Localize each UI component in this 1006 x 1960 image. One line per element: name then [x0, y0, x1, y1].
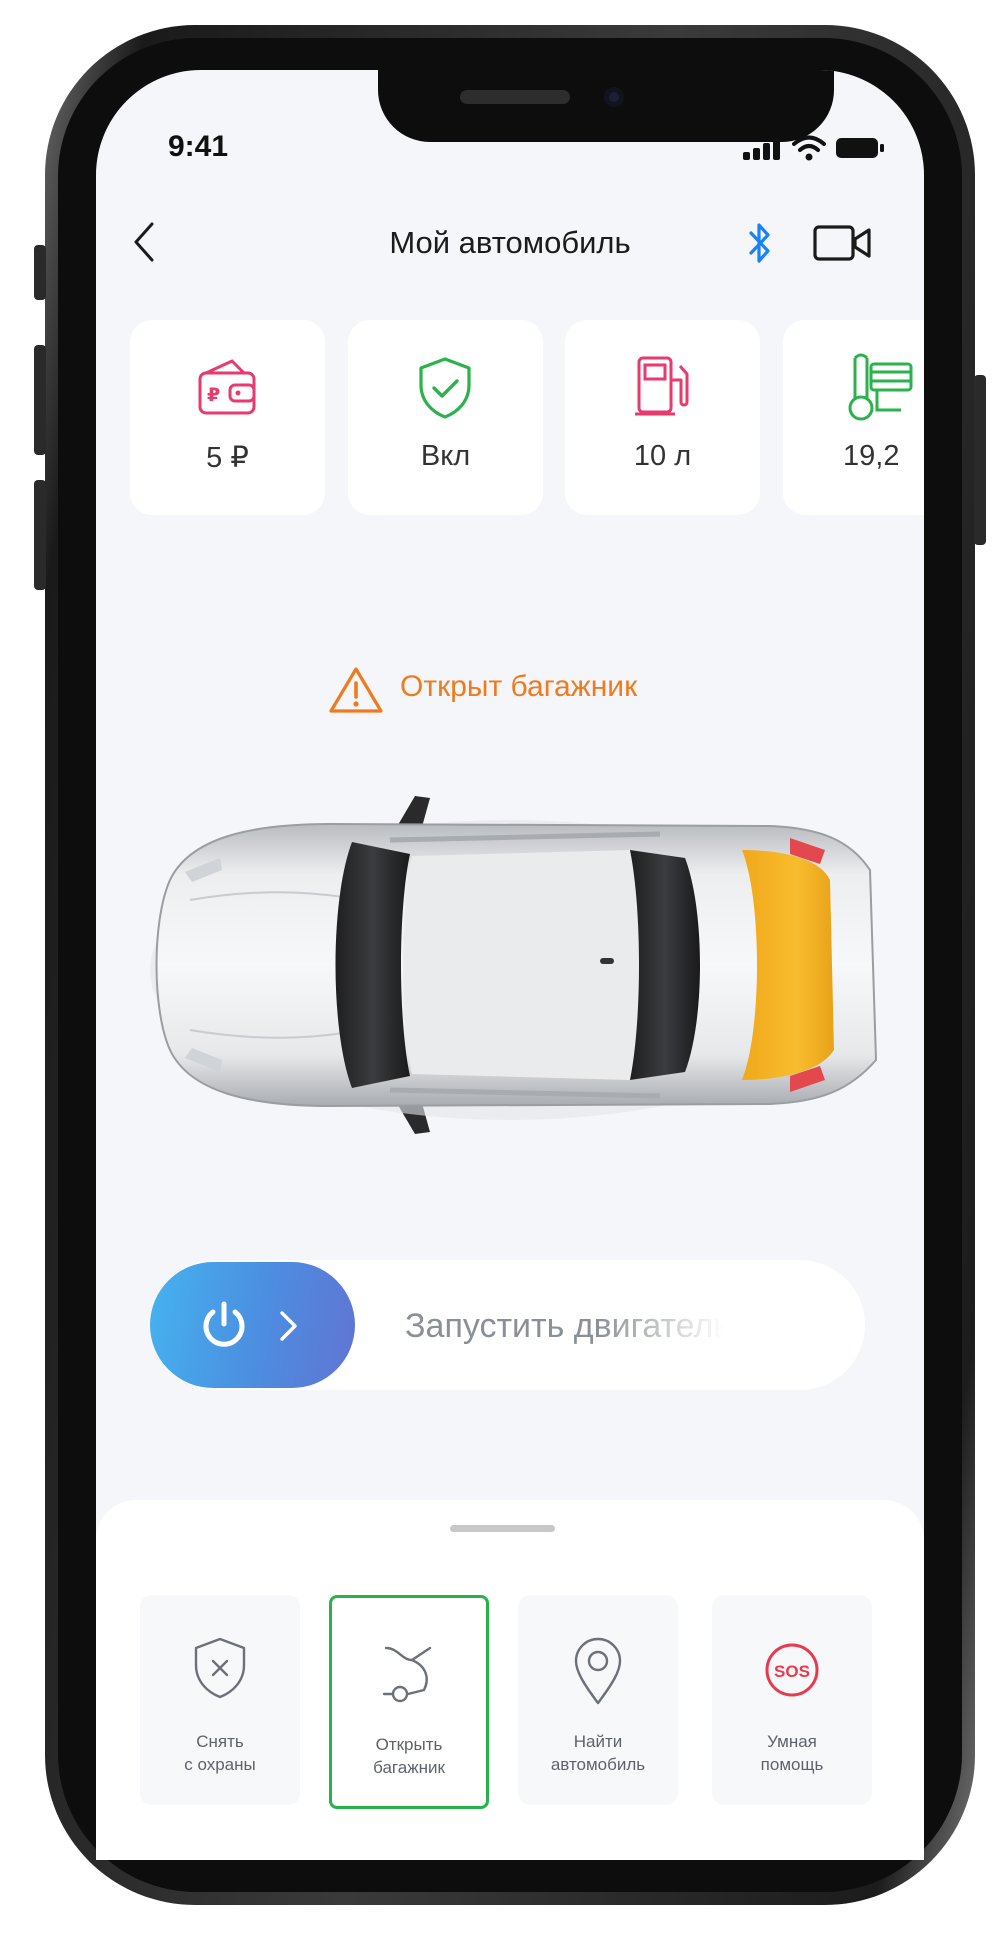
trunk-icon: [382, 1646, 432, 1703]
wallet-icon: ₽: [198, 359, 256, 415]
find-car-button[interactable]: Найти автомобиль: [518, 1595, 678, 1805]
car-top-view-illustration: [150, 796, 878, 1134]
earpiece-speaker: [460, 90, 570, 104]
fuel-value: 10 л: [633, 440, 692, 472]
engine-temperature-value: 19,2: [843, 440, 900, 472]
disarm-label-line2: с охраны: [184, 1755, 256, 1774]
balance-value: 5 ₽: [206, 442, 249, 474]
open-trunk-label-line2: багажник: [373, 1758, 445, 1777]
power-icon: [203, 1301, 245, 1347]
silent-switch: [34, 245, 46, 300]
security-card[interactable]: Вкл: [348, 320, 543, 515]
bluetooth-icon[interactable]: [748, 220, 772, 266]
volume-down-button: [34, 480, 46, 590]
svg-text:₽: ₽: [207, 384, 220, 406]
back-chevron-icon[interactable]: [130, 220, 158, 264]
location-pin-icon: [574, 1637, 622, 1705]
start-engine-label: Запустить двигатель: [405, 1307, 725, 1345]
sheet-drag-handle[interactable]: [450, 1525, 555, 1532]
smart-help-button[interactable]: SOS Умная помощь: [712, 1595, 872, 1805]
fuel-icon: [635, 356, 689, 416]
disarm-button[interactable]: Снять с охраны: [140, 1595, 300, 1805]
warning-icon: [329, 667, 383, 713]
open-trunk-label-line1: Открыть: [375, 1735, 443, 1754]
status-time: 9:41: [168, 130, 229, 163]
notch: [378, 70, 834, 142]
cellular-signal-icon: [743, 138, 783, 160]
video-camera-icon[interactable]: [812, 223, 874, 263]
smart-help-label-line2: помощь: [760, 1755, 824, 1774]
page-title: Мой автомобиль: [389, 225, 631, 260]
shield-check-icon: [419, 357, 471, 419]
svg-text:SOS: SOS: [774, 1662, 810, 1681]
engine-temperature-icon: [848, 353, 913, 421]
open-trunk-button[interactable]: Открыть багажник: [329, 1595, 489, 1809]
volume-up-button: [34, 345, 46, 455]
engine-temperature-card[interactable]: 19,2: [783, 320, 924, 515]
front-camera: [604, 87, 624, 107]
smart-help-label-line1: Умная: [767, 1732, 817, 1751]
start-engine-knob[interactable]: [150, 1262, 355, 1388]
power-button: [974, 375, 986, 545]
security-value: Вкл: [420, 440, 471, 472]
chevron-right-icon: [280, 1311, 297, 1341]
trunk-open-alert: Открыт багажник: [400, 670, 638, 703]
disarm-label-line1: Снять: [196, 1732, 244, 1751]
find-car-label-line1: Найти: [573, 1732, 623, 1751]
battery-icon: [836, 138, 884, 158]
shield-x-icon: [194, 1637, 246, 1699]
balance-card[interactable]: ₽ 5 ₽: [130, 320, 325, 515]
wifi-icon: [792, 135, 826, 161]
sos-icon: SOS: [765, 1643, 819, 1697]
fuel-card[interactable]: 10 л: [565, 320, 760, 515]
find-car-label-line2: автомобиль: [550, 1755, 646, 1774]
